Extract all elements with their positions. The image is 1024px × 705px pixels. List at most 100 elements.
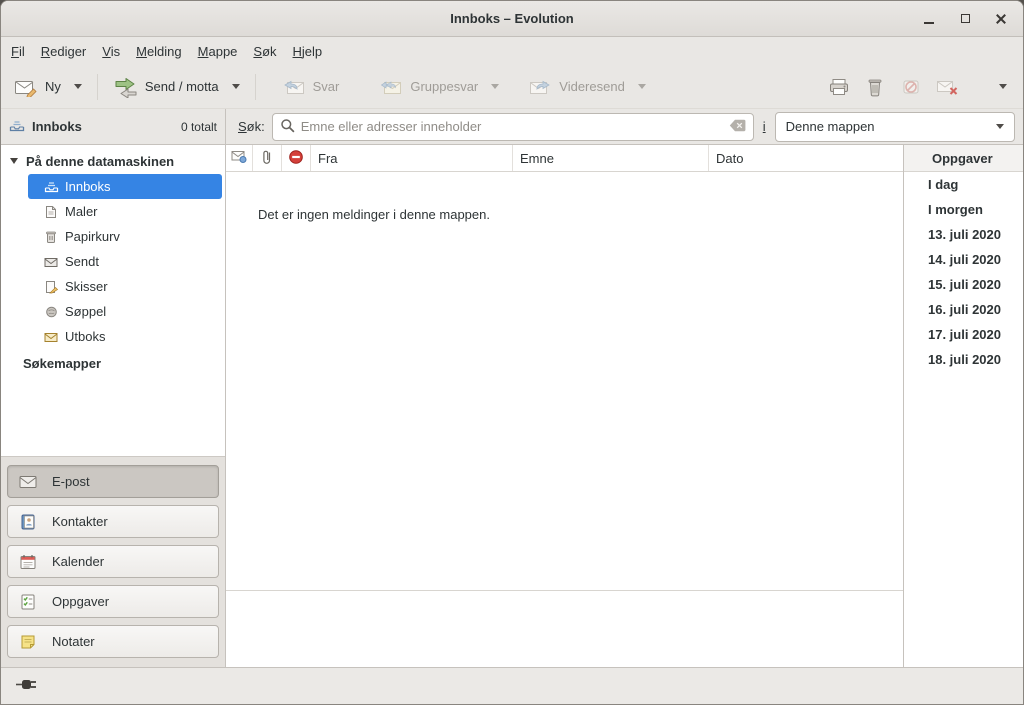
task-date-row[interactable]: I dag bbox=[904, 172, 1023, 197]
trash-icon bbox=[863, 77, 887, 97]
sidebar-item-innboks[interactable]: Innboks bbox=[28, 174, 222, 199]
clear-search-icon[interactable] bbox=[729, 119, 746, 135]
tree-root-on-this-computer[interactable]: På denne datamaskinen bbox=[1, 148, 225, 174]
preview-pane-splitter[interactable] bbox=[226, 590, 903, 591]
chevron-down-icon bbox=[999, 84, 1007, 89]
switcher-label: Oppgaver bbox=[52, 594, 109, 609]
forward-button[interactable]: Videresend bbox=[521, 72, 632, 102]
sidebar-item-utboks[interactable]: Utboks bbox=[1, 324, 225, 349]
tree-root-label: På denne datamaskinen bbox=[26, 154, 174, 169]
titlebar[interactable]: Innboks – Evolution bbox=[1, 1, 1023, 37]
folder-label: Sendt bbox=[65, 254, 99, 269]
chevron-down-icon bbox=[232, 84, 240, 89]
column-fra[interactable]: Fra bbox=[311, 145, 513, 171]
maximize-button[interactable] bbox=[955, 9, 975, 29]
task-date-row[interactable]: 15. juli 2020 bbox=[904, 272, 1023, 297]
switcher-label: Notater bbox=[52, 634, 95, 649]
column-header-label: Fra bbox=[318, 151, 338, 166]
menu-sok[interactable]: Søk bbox=[245, 40, 284, 63]
print-icon bbox=[827, 77, 851, 97]
chevron-down-icon bbox=[996, 124, 1004, 129]
toolbar: Ny Send / motta Svar Gruppesvar bbox=[1, 65, 1023, 109]
task-date-row[interactable]: I morgen bbox=[904, 197, 1023, 222]
reply-label: Svar bbox=[313, 79, 340, 94]
contacts-icon bbox=[19, 514, 37, 530]
not-junk-button[interactable] bbox=[929, 71, 965, 103]
search-row: Innboks 0 totalt Søk: i Denne mappen bbox=[1, 109, 1023, 145]
calendar-icon bbox=[19, 554, 37, 570]
new-message-button[interactable]: Ny bbox=[7, 72, 68, 102]
task-date-row[interactable]: 18. juli 2020 bbox=[904, 347, 1023, 372]
send-receive-icon bbox=[114, 76, 138, 98]
send-receive-dropdown-button[interactable] bbox=[226, 76, 246, 97]
forward-dropdown-button[interactable] bbox=[632, 76, 652, 97]
folder-label: Søppel bbox=[65, 304, 106, 319]
group-reply-button[interactable]: Gruppesvar bbox=[372, 72, 485, 102]
sidebar-item-soppel[interactable]: Søppel bbox=[1, 299, 225, 324]
search-input[interactable] bbox=[301, 119, 729, 134]
menu-melding[interactable]: Melding bbox=[128, 40, 190, 63]
send-receive-label: Send / motta bbox=[145, 79, 219, 94]
forward-icon bbox=[528, 77, 552, 97]
switcher-label: E-post bbox=[52, 474, 90, 489]
junk-button[interactable] bbox=[893, 71, 929, 103]
task-date-row[interactable]: 16. juli 2020 bbox=[904, 297, 1023, 322]
column-dato[interactable]: Dato bbox=[709, 145, 903, 171]
online-status-button[interactable] bbox=[13, 676, 47, 696]
menu-hjelp[interactable]: Hjelp bbox=[285, 40, 331, 63]
menu-fil[interactable]: Fil bbox=[3, 40, 33, 63]
minimize-button[interactable] bbox=[919, 9, 939, 29]
menubar: Fil Rediger Vis Melding Mappe Søk Hjelp bbox=[1, 37, 1023, 65]
column-attachment[interactable] bbox=[253, 145, 282, 171]
sidebar: På denne datamaskinen Innboks Maler bbox=[1, 145, 226, 667]
search-icon bbox=[280, 118, 295, 136]
evolution-window: Innboks – Evolution Fil Rediger Vis Meld… bbox=[0, 0, 1024, 705]
switcher-contacts-button[interactable]: Kontakter bbox=[7, 505, 219, 538]
message-list-header: Fra Emne Dato bbox=[226, 145, 903, 172]
send-receive-button[interactable]: Send / motta bbox=[107, 71, 226, 103]
tasks-icon bbox=[19, 594, 37, 610]
sent-icon bbox=[43, 256, 59, 268]
sidebar-item-maler[interactable]: Maler bbox=[1, 199, 225, 224]
sidebar-item-skisser[interactable]: Skisser bbox=[1, 274, 225, 299]
switcher-mail-button[interactable]: E-post bbox=[7, 465, 219, 498]
column-message-status[interactable] bbox=[226, 145, 253, 171]
task-date-row[interactable]: 13. juli 2020 bbox=[904, 222, 1023, 247]
expander-triangle-icon[interactable] bbox=[10, 158, 18, 164]
print-button[interactable] bbox=[821, 71, 857, 103]
toolbar-overflow-button[interactable] bbox=[993, 76, 1013, 97]
folder-label: Maler bbox=[65, 204, 98, 219]
search-label: Søk: bbox=[238, 119, 265, 134]
menu-mappe[interactable]: Mappe bbox=[190, 40, 246, 63]
close-button[interactable] bbox=[991, 9, 1011, 29]
switcher-tasks-button[interactable]: Oppgaver bbox=[7, 585, 219, 618]
sidebar-item-papirkurv[interactable]: Papirkurv bbox=[1, 224, 225, 249]
switcher-memos-button[interactable]: Notater bbox=[7, 625, 219, 658]
group-reply-dropdown-button[interactable] bbox=[485, 76, 505, 97]
column-priority[interactable] bbox=[282, 145, 311, 171]
column-header-label: Dato bbox=[716, 151, 743, 166]
toolbar-separator bbox=[97, 74, 98, 100]
trash-folder-icon bbox=[43, 230, 59, 244]
task-date-row[interactable]: 17. juli 2020 bbox=[904, 322, 1023, 347]
sidebar-item-sendt[interactable]: Sendt bbox=[1, 249, 225, 274]
search-scope-dropdown[interactable]: Denne mappen bbox=[775, 112, 1015, 142]
menu-vis[interactable]: Vis bbox=[94, 40, 128, 63]
priority-icon bbox=[288, 149, 304, 168]
chevron-down-icon bbox=[638, 84, 646, 89]
reply-button[interactable]: Svar bbox=[275, 72, 347, 102]
component-switcher: E-post Kontakter Kalender bbox=[1, 456, 225, 667]
tasks-panel: Oppgaver I dag I morgen 13. juli 2020 14… bbox=[903, 145, 1023, 667]
new-message-dropdown-button[interactable] bbox=[68, 76, 88, 97]
delete-button[interactable] bbox=[857, 71, 893, 103]
sidebar-item-sokemapper[interactable]: Søkemapper bbox=[1, 350, 225, 376]
menu-rediger[interactable]: Rediger bbox=[33, 40, 95, 63]
message-list-pane: Fra Emne Dato Det er ingen meldinger i d… bbox=[226, 145, 903, 667]
task-date-row[interactable]: 14. juli 2020 bbox=[904, 247, 1023, 272]
switcher-calendar-button[interactable]: Kalender bbox=[7, 545, 219, 578]
group-reply-label: Gruppesvar bbox=[410, 79, 478, 94]
current-folder-name: Innboks bbox=[32, 119, 82, 134]
column-emne[interactable]: Emne bbox=[513, 145, 709, 171]
column-header-label: Emne bbox=[520, 151, 554, 166]
chevron-down-icon bbox=[491, 84, 499, 89]
